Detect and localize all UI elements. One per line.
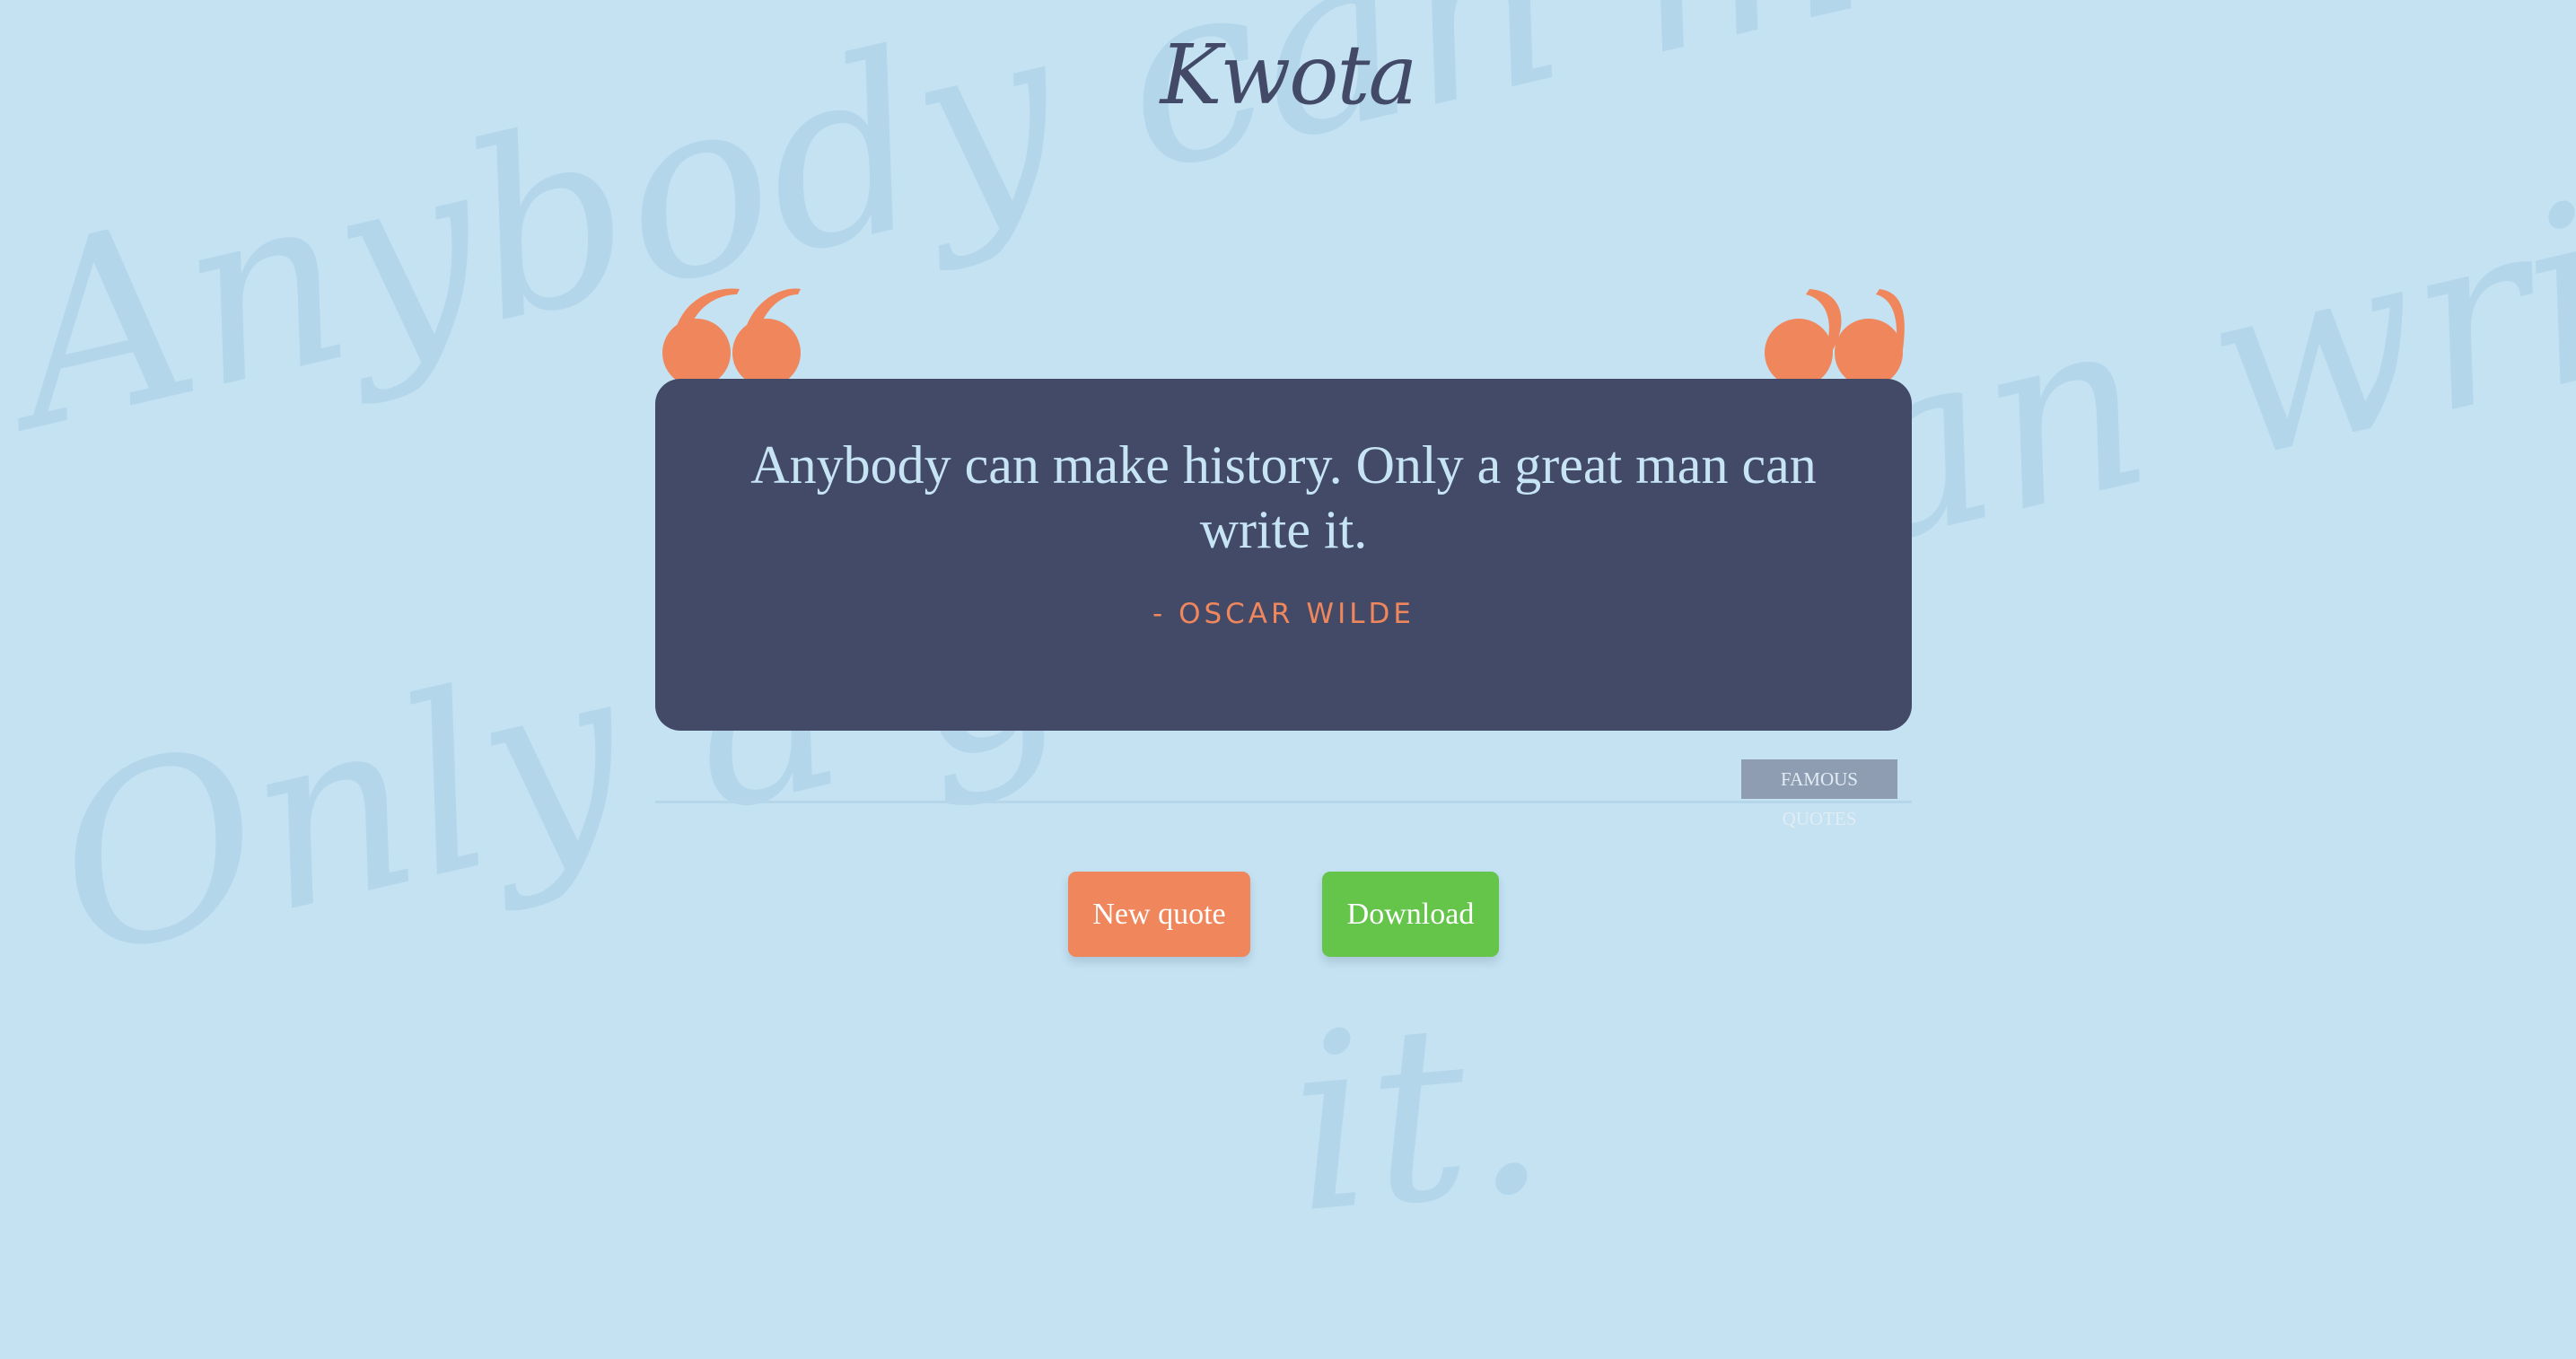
new-quote-button[interactable]: New quote bbox=[1068, 872, 1250, 957]
quote-card: Anybody can make history. Only a great m… bbox=[655, 379, 1912, 731]
app-logo: Kwota bbox=[1160, 27, 1418, 123]
background-text-line: it. bbox=[1280, 963, 1556, 1267]
download-button[interactable]: Download bbox=[1322, 872, 1499, 957]
quote-author: - OSCAR WILDE bbox=[1152, 598, 1415, 630]
quote-text: Anybody can make history. Only a great m… bbox=[750, 435, 1817, 559]
quote-category-tag: FAMOUS QUOTES bbox=[1741, 759, 1897, 829]
open-quote-icon bbox=[662, 288, 801, 387]
close-quote-icon bbox=[1765, 289, 1905, 387]
tag-divider bbox=[655, 801, 1912, 803]
